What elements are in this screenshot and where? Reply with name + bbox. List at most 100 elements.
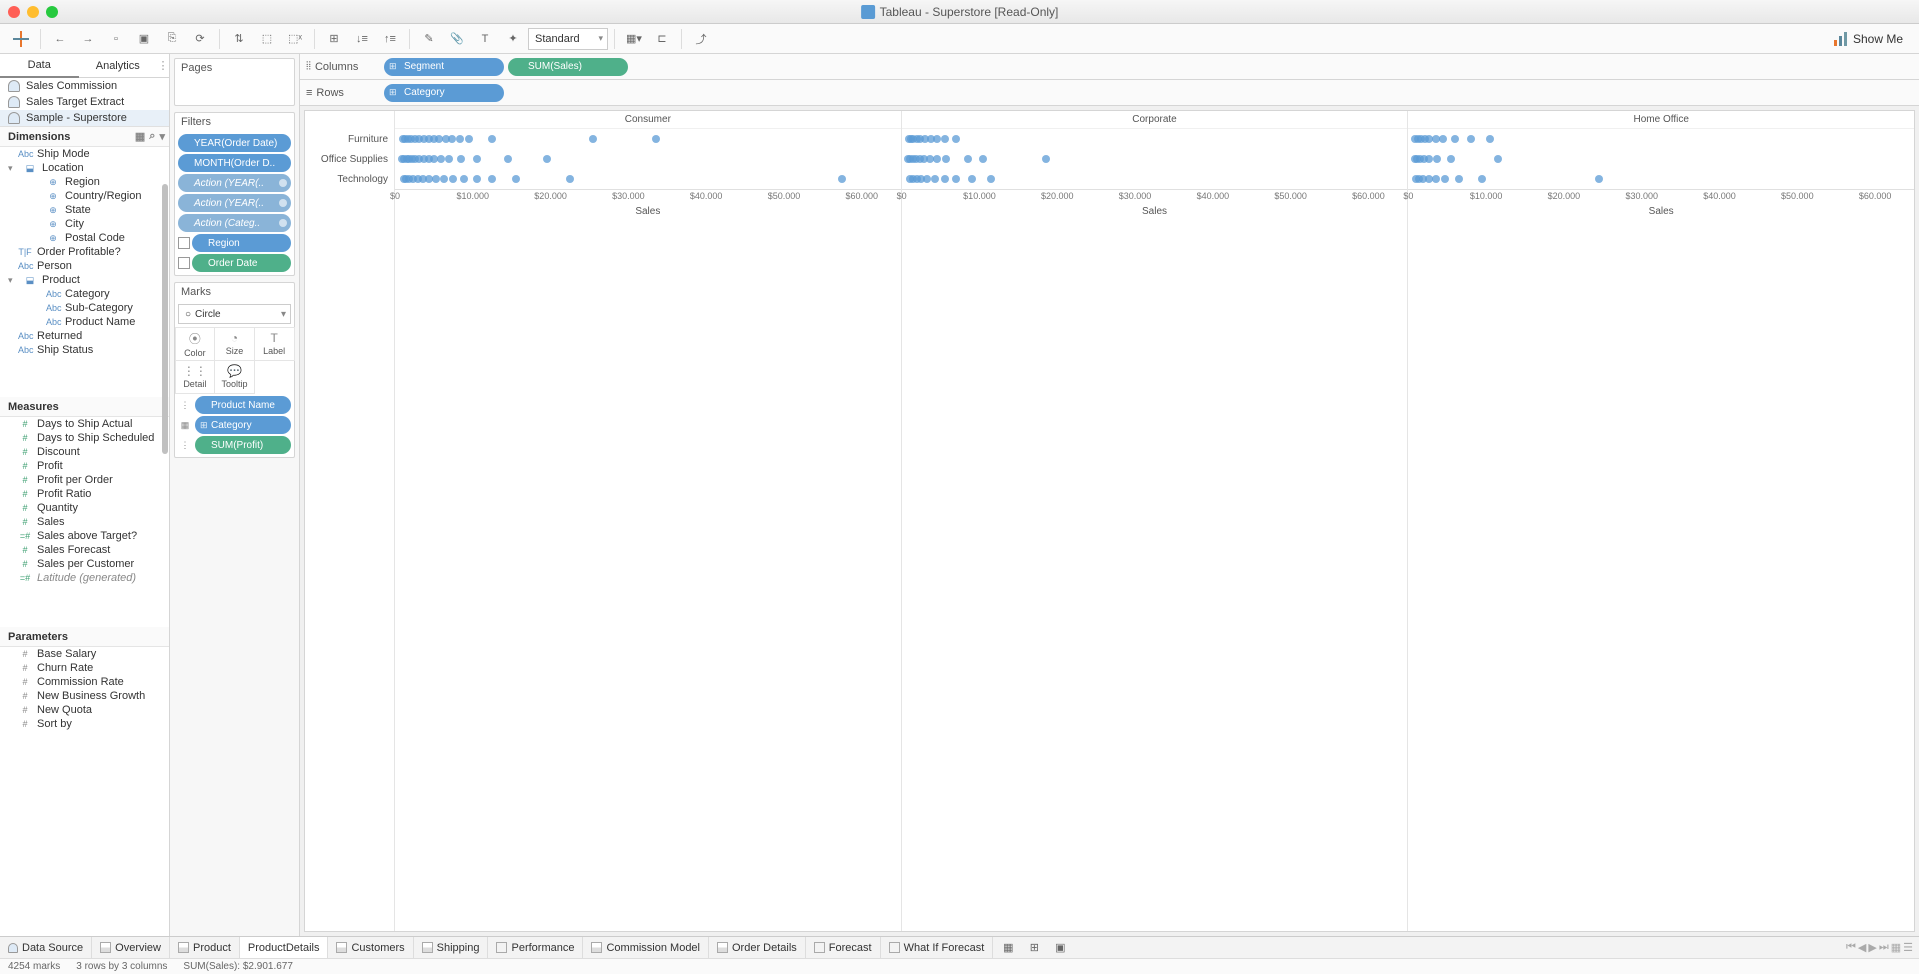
mark-pill[interactable]: ⊞Category xyxy=(195,416,291,434)
data-mark[interactable] xyxy=(488,135,496,143)
sheet-tab[interactable]: Forecast xyxy=(806,937,881,958)
measure-field[interactable]: #Profit xyxy=(0,459,169,473)
mark-pill[interactable]: SUM(Profit) xyxy=(195,436,291,454)
filter-checkbox[interactable] xyxy=(178,237,190,249)
filters-card[interactable]: Filters YEAR(Order Date)MONTH(Order D..A… xyxy=(174,112,295,276)
datasource-item[interactable]: Sales Target Extract xyxy=(0,94,169,110)
data-mark[interactable] xyxy=(440,175,448,183)
data-mark[interactable] xyxy=(1042,155,1050,163)
data-mark[interactable] xyxy=(964,155,972,163)
maximize-window[interactable] xyxy=(46,6,58,18)
dimension-field[interactable]: AbcShip Mode xyxy=(0,147,169,161)
undo-button[interactable]: ← xyxy=(47,27,73,51)
filter-pill[interactable]: YEAR(Order Date) xyxy=(178,134,291,152)
menu-icon[interactable]: ▾ xyxy=(159,130,165,143)
filter-pill[interactable]: Action (YEAR(.. xyxy=(178,174,291,192)
column-header[interactable]: Home Office xyxy=(1408,111,1914,129)
sheet-tab[interactable]: Shipping xyxy=(414,937,489,958)
data-mark[interactable] xyxy=(1451,135,1459,143)
attach-button[interactable]: 📎 xyxy=(444,27,470,51)
mark-type-select[interactable]: ○ Circle xyxy=(178,304,291,324)
filter-pill[interactable]: Region xyxy=(192,234,291,252)
datasource-item[interactable]: Sales Commission xyxy=(0,78,169,94)
parameter-field[interactable]: #New Quota xyxy=(0,703,169,717)
data-mark[interactable] xyxy=(449,175,457,183)
mark-size-button[interactable]: ◔Size xyxy=(214,327,255,361)
dimension-field[interactable]: ⊕Postal Code xyxy=(0,231,169,245)
measure-field[interactable]: #Profit per Order xyxy=(0,473,169,487)
data-mark[interactable] xyxy=(652,135,660,143)
sheet-tab[interactable]: Data Source xyxy=(0,937,92,958)
measure-field[interactable]: #Sales Forecast xyxy=(0,543,169,557)
shelf-pill[interactable]: SUM(Sales) xyxy=(508,58,628,76)
sort-asc-button[interactable]: ⬚ xyxy=(254,27,280,51)
data-mark[interactable] xyxy=(566,175,574,183)
data-mark[interactable] xyxy=(931,175,939,183)
data-mark[interactable] xyxy=(933,155,941,163)
column-header[interactable]: Corporate xyxy=(902,111,1408,129)
new-datasource-button[interactable]: ▣ xyxy=(131,27,157,51)
data-mark[interactable] xyxy=(456,135,464,143)
sort2-button[interactable]: ↑≡ xyxy=(377,27,403,51)
data-mark[interactable] xyxy=(1441,175,1449,183)
filter-pill[interactable]: Action (YEAR(.. xyxy=(178,194,291,212)
pane-menu-icon[interactable]: ⋮ xyxy=(157,54,169,77)
data-tab[interactable]: Data xyxy=(0,54,79,78)
sheet-tab[interactable]: Customers xyxy=(328,937,413,958)
measure-field[interactable]: #Profit Ratio xyxy=(0,487,169,501)
data-mark[interactable] xyxy=(933,135,941,143)
tabs-grid-icon[interactable]: ▦ xyxy=(1891,941,1901,954)
data-mark[interactable] xyxy=(589,135,597,143)
pages-card[interactable]: Pages xyxy=(174,58,295,106)
dimension-field[interactable]: AbcReturned xyxy=(0,329,169,343)
dimension-field[interactable]: AbcSub-Category xyxy=(0,301,169,315)
mark-tooltip-button[interactable]: 💬Tooltip xyxy=(214,360,255,394)
measure-field[interactable]: #Sales per Customer xyxy=(0,557,169,571)
data-mark[interactable] xyxy=(437,155,445,163)
mark-color-button[interactable]: ⦿Color xyxy=(175,327,216,361)
sort-desc-button[interactable]: ⬚ˣ xyxy=(282,27,308,51)
filter-pill[interactable]: Action (Categ.. xyxy=(178,214,291,232)
sort-button[interactable]: ↓≡ xyxy=(349,27,375,51)
presentation-button[interactable]: ⊏ xyxy=(649,27,675,51)
next-tab-icon[interactable]: ▶ xyxy=(1868,941,1876,954)
measure-field[interactable]: #Discount xyxy=(0,445,169,459)
data-mark[interactable] xyxy=(1486,135,1494,143)
highlight-button[interactable]: ✎ xyxy=(416,27,442,51)
rows-shelf[interactable]: ≡Rows ⊞Category xyxy=(300,80,1919,106)
row-header[interactable]: Furniture xyxy=(305,129,394,149)
shelf-pill[interactable]: ⊞Category xyxy=(384,84,504,102)
dimension-field[interactable]: ⊕City xyxy=(0,217,169,231)
sheet-tab[interactable]: ProductDetails xyxy=(240,937,329,958)
data-mark[interactable] xyxy=(1433,155,1441,163)
filter-pill[interactable]: MONTH(Order D.. xyxy=(178,154,291,172)
measure-field[interactable]: #Sales xyxy=(0,515,169,529)
fit-select[interactable]: Standard xyxy=(528,28,608,50)
data-mark[interactable] xyxy=(987,175,995,183)
tableau-logo-icon[interactable] xyxy=(8,27,34,51)
scrollbar-thumb[interactable] xyxy=(162,184,168,454)
data-mark[interactable] xyxy=(952,135,960,143)
mark-label-button[interactable]: TLabel xyxy=(254,327,295,361)
sheet-tab[interactable]: Commission Model xyxy=(583,937,709,958)
parameter-field[interactable]: #Base Salary xyxy=(0,647,169,661)
redo-button[interactable]: → xyxy=(75,27,101,51)
data-mark[interactable] xyxy=(1432,175,1440,183)
hierarchy-field[interactable]: ▾⬓Location xyxy=(0,161,169,175)
close-window[interactable] xyxy=(8,6,20,18)
measure-field[interactable]: #Quantity xyxy=(0,501,169,515)
data-mark[interactable] xyxy=(1478,175,1486,183)
sheet-tab[interactable]: Product xyxy=(170,937,240,958)
dimension-field[interactable]: ⊕State xyxy=(0,203,169,217)
data-mark[interactable] xyxy=(838,175,846,183)
last-tab-icon[interactable]: ⏭ xyxy=(1879,941,1889,954)
filter-pill[interactable]: Order Date xyxy=(192,254,291,272)
sheet-tab[interactable]: What If Forecast xyxy=(881,937,994,958)
parameter-field[interactable]: #New Business Growth xyxy=(0,689,169,703)
column-header[interactable]: Consumer xyxy=(395,111,901,129)
dimension-field[interactable]: AbcPerson xyxy=(0,259,169,273)
data-mark[interactable] xyxy=(445,155,453,163)
dimension-field[interactable]: AbcProduct Name xyxy=(0,315,169,329)
columns-shelf[interactable]: ⦙⦙Columns ⊞SegmentSUM(Sales) xyxy=(300,54,1919,80)
data-mark[interactable] xyxy=(942,155,950,163)
